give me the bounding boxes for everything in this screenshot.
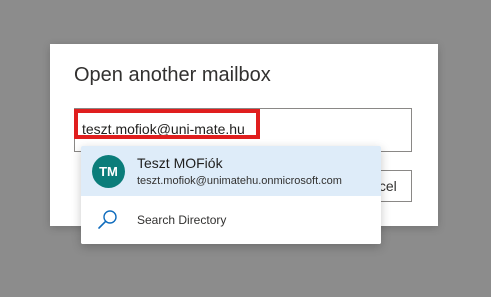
dialog-title: Open another mailbox — [74, 64, 271, 86]
search-directory-label: Search Directory — [137, 213, 227, 227]
person-email: teszt.mofiok@unimatehu.onmicrosoft.com — [137, 175, 342, 187]
person-name: Teszt MOFiók — [137, 155, 223, 171]
suggestion-dropdown: TM Teszt MOFiók teszt.mofiok@unimatehu.o… — [81, 146, 381, 244]
annotation-highlight-box — [74, 109, 260, 139]
suggestion-person[interactable]: TM Teszt MOFiók teszt.mofiok@unimatehu.o… — [81, 146, 381, 196]
avatar: TM — [92, 155, 125, 188]
search-directory-item[interactable]: Search Directory — [81, 196, 381, 244]
search-icon — [98, 210, 117, 229]
